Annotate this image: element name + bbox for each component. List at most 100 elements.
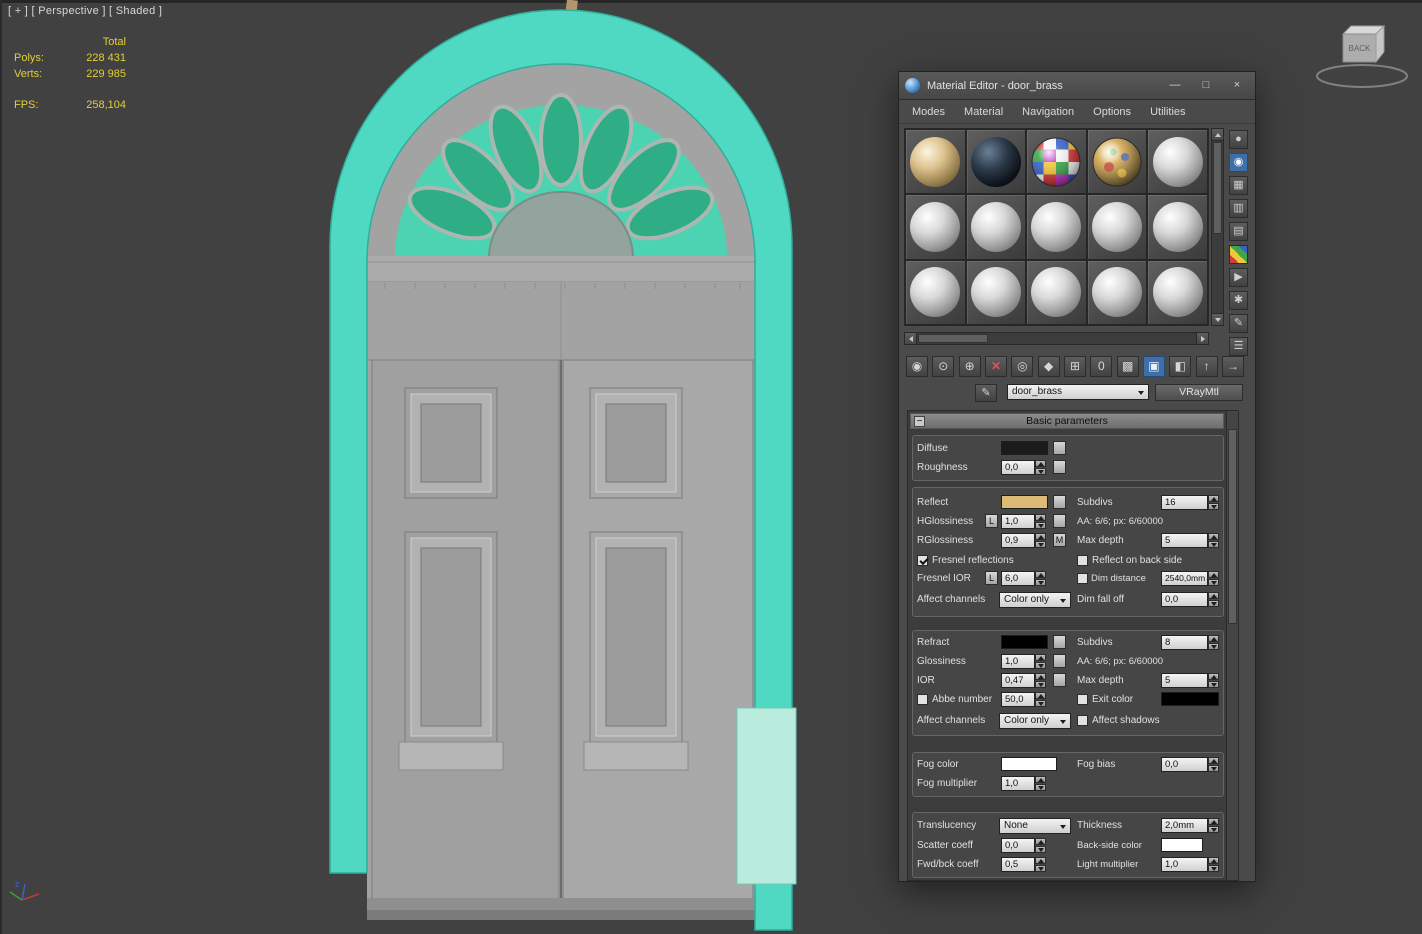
menu-utilities[interactable]: Utilities xyxy=(1150,106,1185,118)
dim-distance-spinner[interactable] xyxy=(1208,571,1219,586)
material-id-channel-icon[interactable]: 0 xyxy=(1090,356,1113,377)
viewcube[interactable]: BACK xyxy=(1316,24,1408,88)
sample-slot[interactable] xyxy=(1086,259,1148,325)
close-button[interactable]: × xyxy=(1225,77,1249,95)
reflect-subdivs-field[interactable]: 16 xyxy=(1161,495,1208,510)
diffuse-map-button[interactable] xyxy=(1053,441,1066,455)
sample-slot[interactable] xyxy=(905,259,966,325)
spinner-up-icon[interactable] xyxy=(1208,757,1219,764)
hglossiness-map-button[interactable] xyxy=(1053,514,1066,528)
refract-subdivs-field[interactable]: 8 xyxy=(1161,635,1208,650)
reflect-map-button[interactable] xyxy=(1053,495,1066,509)
make-unique-icon[interactable]: ◆ xyxy=(1037,356,1060,377)
spinner-up-icon[interactable] xyxy=(1035,460,1046,467)
fresnel-reflections-checkbox[interactable] xyxy=(917,555,928,566)
spinner-down-icon[interactable] xyxy=(1035,522,1046,529)
fog-multiplier-field[interactable]: 1,0 xyxy=(1001,776,1035,791)
fresnel-ior-field[interactable]: 6,0 xyxy=(1001,571,1035,586)
video-color-check-icon[interactable]: ▤ xyxy=(1229,222,1248,241)
material-editor-titlebar[interactable]: Material Editor - door_brass — □ × xyxy=(899,72,1255,100)
ior-field[interactable]: 0,47 xyxy=(1001,673,1035,688)
ior-map-button[interactable] xyxy=(1053,673,1066,687)
spinner-down-icon[interactable] xyxy=(1035,784,1046,791)
show-shaded-material-in-viewport-icon[interactable]: ▣ xyxy=(1142,356,1165,377)
background-checker-icon[interactable]: ▦ xyxy=(1229,176,1248,195)
menu-options[interactable]: Options xyxy=(1093,106,1131,118)
scrollbar-thumb[interactable] xyxy=(918,334,988,343)
reflect-back-side-checkbox[interactable] xyxy=(1077,555,1088,566)
spinner-up-icon[interactable] xyxy=(1035,673,1046,680)
spinner-up-icon[interactable] xyxy=(1035,692,1046,699)
spinner-down-icon[interactable] xyxy=(1208,541,1219,548)
spinner-up-icon[interactable] xyxy=(1035,776,1046,783)
spinner-up-icon[interactable] xyxy=(1035,857,1046,864)
glossiness-spinner[interactable] xyxy=(1035,654,1046,669)
dim-fall-off-spinner[interactable] xyxy=(1208,592,1219,607)
spinner-up-icon[interactable] xyxy=(1208,495,1219,502)
spinner-up-icon[interactable] xyxy=(1035,838,1046,845)
scrollbar-thumb[interactable] xyxy=(1213,142,1222,234)
glossiness-map-button[interactable] xyxy=(1053,654,1066,668)
exit-color-swatch[interactable] xyxy=(1161,692,1219,706)
sample-type-sphere-icon[interactable]: ● xyxy=(1229,130,1248,149)
spinner-down-icon[interactable] xyxy=(1035,865,1046,872)
sample-slot[interactable] xyxy=(965,129,1027,195)
basic-parameters-rollout[interactable]: − Basic parameters xyxy=(910,413,1224,429)
reflect-max-depth-field[interactable]: 5 xyxy=(1161,533,1208,548)
select-by-material-icon[interactable]: ✎ xyxy=(1229,314,1248,333)
options-icon[interactable]: ✱ xyxy=(1229,291,1248,310)
light-multiplier-spinner[interactable] xyxy=(1208,857,1219,872)
material-map-navigator-icon[interactable]: ☰ xyxy=(1229,337,1248,356)
fwd-bck-coeff-field[interactable]: 0,5 xyxy=(1001,857,1035,872)
refract-color-swatch[interactable] xyxy=(1001,635,1048,649)
abbe-number-field[interactable]: 50,0 xyxy=(1001,692,1035,707)
color-palette-icon[interactable] xyxy=(1229,245,1248,264)
go-forward-to-sibling-icon[interactable]: → xyxy=(1221,356,1244,377)
refract-max-depth-field[interactable]: 5 xyxy=(1161,673,1208,688)
collapse-icon[interactable]: − xyxy=(914,416,925,427)
roughness-map-button[interactable] xyxy=(1053,460,1066,474)
menu-navigation[interactable]: Navigation xyxy=(1022,106,1074,118)
rglossiness-field[interactable]: 0,9 xyxy=(1001,533,1035,548)
spinner-down-icon[interactable] xyxy=(1208,600,1219,607)
sample-slot[interactable] xyxy=(1147,129,1208,195)
diffuse-color-swatch[interactable] xyxy=(1001,441,1048,455)
material-name-dropdown[interactable]: door_brass xyxy=(1007,384,1149,400)
spinner-down-icon[interactable] xyxy=(1035,662,1046,669)
hglossiness-field[interactable]: 1,0 xyxy=(1001,514,1035,529)
spinner-up-icon[interactable] xyxy=(1035,654,1046,661)
refract-affect-channels-dropdown[interactable]: Color only xyxy=(999,713,1071,729)
spinner-up-icon[interactable] xyxy=(1208,592,1219,599)
translucency-dropdown[interactable]: None xyxy=(999,818,1071,834)
spinner-down-icon[interactable] xyxy=(1208,826,1219,833)
refract-map-button[interactable] xyxy=(1053,635,1066,649)
parameters-scrollbar[interactable] xyxy=(1226,411,1238,880)
scrollbar-thumb[interactable] xyxy=(1228,429,1237,624)
affect-shadows-checkbox[interactable] xyxy=(1077,715,1088,726)
show-background-icon[interactable]: ▩ xyxy=(1116,356,1139,377)
refract-max-depth-spinner[interactable] xyxy=(1208,673,1219,688)
minimize-button[interactable]: — xyxy=(1163,77,1187,95)
assign-material-to-selection-icon[interactable]: ⊕ xyxy=(958,356,981,377)
go-to-parent-icon[interactable]: ↑ xyxy=(1195,356,1218,377)
refract-subdivs-spinner[interactable] xyxy=(1208,635,1219,650)
spinner-down-icon[interactable] xyxy=(1208,681,1219,688)
roughness-spinner[interactable] xyxy=(1035,460,1046,475)
spinner-down-icon[interactable] xyxy=(1208,865,1219,872)
put-to-library-icon[interactable]: ⊞ xyxy=(1063,356,1086,377)
sample-slot[interactable] xyxy=(905,194,966,260)
rglossiness-spinner[interactable] xyxy=(1035,533,1046,548)
slots-horizontal-scrollbar[interactable] xyxy=(904,332,1209,345)
material-type-button[interactable]: VRayMtl xyxy=(1155,384,1243,401)
spinner-down-icon[interactable] xyxy=(1208,579,1219,586)
back-side-color-swatch[interactable] xyxy=(1161,838,1203,852)
fresnel-ior-lock-button[interactable]: L xyxy=(985,571,998,585)
rglossiness-m-button[interactable]: M xyxy=(1053,533,1066,547)
abbe-number-spinner[interactable] xyxy=(1035,692,1046,707)
dim-fall-off-field[interactable]: 0,0 xyxy=(1161,592,1208,607)
scroll-up-icon[interactable] xyxy=(1212,129,1223,141)
fog-bias-field[interactable]: 0,0 xyxy=(1161,757,1208,772)
fwd-bck-coeff-spinner[interactable] xyxy=(1035,857,1046,872)
scatter-coeff-spinner[interactable] xyxy=(1035,838,1046,853)
hglossiness-lock-button[interactable]: L xyxy=(985,514,998,528)
